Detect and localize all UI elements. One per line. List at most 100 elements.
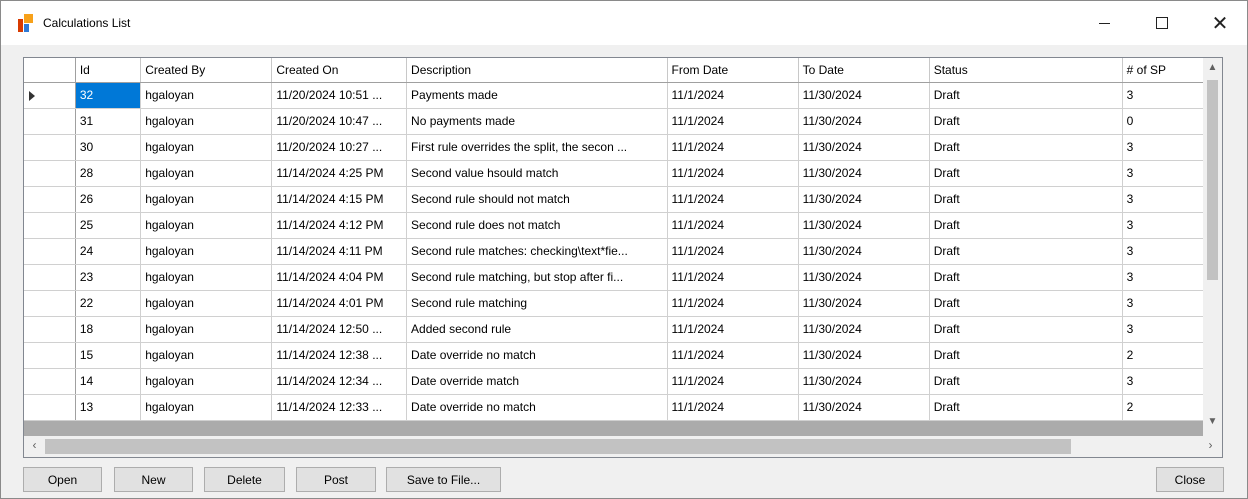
table-row[interactable]: 31 hgaloyan 11/20/2024 10:47 ... No payment… bbox=[24, 108, 1222, 135]
vertical-scrollbar[interactable]: ▲ ▼ bbox=[1203, 58, 1222, 436]
cell-created-on[interactable]: 11/20/2024 10:47 ... bbox=[271, 108, 408, 135]
post-button[interactable]: Post bbox=[296, 467, 376, 492]
scroll-left-icon[interactable]: ‹ bbox=[26, 438, 43, 455]
cell-to-date[interactable]: 11/30/2024 bbox=[798, 134, 930, 161]
column-header-created-by[interactable]: Created By bbox=[140, 58, 273, 83]
cell-created-on[interactable]: 11/14/2024 4:12 PM bbox=[271, 212, 408, 239]
table-row[interactable]: 28 hgaloyan 11/14/2024 4:25 PM Second value… bbox=[24, 160, 1222, 187]
cell-id[interactable]: 14 bbox=[75, 368, 142, 395]
scroll-up-icon[interactable]: ▲ bbox=[1203, 62, 1222, 79]
close-button[interactable]: Close bbox=[1156, 467, 1224, 492]
cell-created-on[interactable]: 11/14/2024 4:25 PM bbox=[271, 160, 408, 187]
row-header[interactable] bbox=[24, 108, 76, 135]
table-row[interactable]: 22 hgaloyan 11/14/2024 4:01 PM Second rule … bbox=[24, 290, 1222, 317]
cell-created-on[interactable]: 11/14/2024 4:11 PM bbox=[271, 238, 408, 265]
cell-from-date[interactable]: 11/1/2024 bbox=[667, 212, 799, 239]
cell-id[interactable]: 15 bbox=[75, 342, 142, 369]
delete-button[interactable]: Delete bbox=[204, 467, 285, 492]
cell-created-on[interactable]: 11/14/2024 12:33 ... bbox=[271, 394, 408, 421]
cell-from-date[interactable]: 11/1/2024 bbox=[667, 82, 799, 109]
cell-created-by[interactable]: hgaloyan bbox=[140, 394, 273, 421]
column-header-to-date[interactable]: To Date bbox=[798, 58, 930, 83]
cell-id[interactable]: 25 bbox=[75, 212, 142, 239]
cell-from-date[interactable]: 11/1/2024 bbox=[667, 342, 799, 369]
cell-from-date[interactable]: 11/1/2024 bbox=[667, 290, 799, 317]
calculations-grid[interactable]: Id Created By Created On Description Fro… bbox=[23, 57, 1223, 458]
cell-created-by[interactable]: hgaloyan bbox=[140, 264, 273, 291]
cell-id[interactable]: 13 bbox=[75, 394, 142, 421]
row-header[interactable] bbox=[24, 342, 76, 369]
cell-created-by[interactable]: hgaloyan bbox=[140, 316, 273, 343]
cell-id[interactable]: 26 bbox=[75, 186, 142, 213]
title-bar[interactable]: Calculations List ✕ bbox=[1, 1, 1247, 45]
cell-created-by[interactable]: hgaloyan bbox=[140, 82, 273, 109]
cell-id[interactable]: 22 bbox=[75, 290, 142, 317]
horizontal-scroll-thumb[interactable] bbox=[45, 439, 1071, 454]
minimize-button[interactable] bbox=[1081, 1, 1127, 45]
cell-created-by[interactable]: hgaloyan bbox=[140, 212, 273, 239]
column-header-created-on[interactable]: Created On bbox=[271, 58, 408, 83]
cell-created-by[interactable]: hgaloyan bbox=[140, 342, 273, 369]
save-to-file-button[interactable]: Save to File... bbox=[386, 467, 501, 492]
maximize-button[interactable] bbox=[1139, 1, 1185, 45]
cell-status[interactable]: Draft bbox=[929, 186, 1123, 213]
cell-description[interactable]: Second value hsould match bbox=[406, 160, 668, 187]
cell-from-date[interactable]: 11/1/2024 bbox=[667, 394, 799, 421]
corner-header[interactable] bbox=[24, 58, 76, 83]
scroll-down-icon[interactable]: ▼ bbox=[1203, 416, 1222, 433]
cell-to-date[interactable]: 11/30/2024 bbox=[798, 342, 930, 369]
table-row[interactable]: 14 hgaloyan 11/14/2024 12:34 ... Date overr… bbox=[24, 368, 1222, 395]
cell-status[interactable]: Draft bbox=[929, 134, 1123, 161]
column-header-description[interactable]: Description bbox=[406, 58, 668, 83]
cell-created-by[interactable]: hgaloyan bbox=[140, 134, 273, 161]
cell-from-date[interactable]: 11/1/2024 bbox=[667, 108, 799, 135]
cell-status[interactable]: Draft bbox=[929, 82, 1123, 109]
cell-to-date[interactable]: 11/30/2024 bbox=[798, 264, 930, 291]
vertical-scroll-thumb[interactable] bbox=[1207, 80, 1218, 280]
cell-created-on[interactable]: 11/14/2024 12:38 ... bbox=[271, 342, 408, 369]
cell-description[interactable]: Date override no match bbox=[406, 394, 668, 421]
cell-status[interactable]: Draft bbox=[929, 394, 1123, 421]
cell-id[interactable]: 30 bbox=[75, 134, 142, 161]
cell-created-on[interactable]: 11/14/2024 12:34 ... bbox=[271, 368, 408, 395]
table-row[interactable]: 18 hgaloyan 11/14/2024 12:50 ... Added seco… bbox=[24, 316, 1222, 343]
cell-to-date[interactable]: 11/30/2024 bbox=[798, 316, 930, 343]
cell-created-by[interactable]: hgaloyan bbox=[140, 186, 273, 213]
cell-id[interactable]: 23 bbox=[75, 264, 142, 291]
cell-description[interactable]: Date override match bbox=[406, 368, 668, 395]
open-button[interactable]: Open bbox=[23, 467, 102, 492]
table-row[interactable]: 25 hgaloyan 11/14/2024 4:12 PM Second rule … bbox=[24, 212, 1222, 239]
cell-created-on[interactable]: 11/14/2024 4:04 PM bbox=[271, 264, 408, 291]
cell-status[interactable]: Draft bbox=[929, 108, 1123, 135]
cell-from-date[interactable]: 11/1/2024 bbox=[667, 134, 799, 161]
cell-from-date[interactable]: 11/1/2024 bbox=[667, 238, 799, 265]
cell-to-date[interactable]: 11/30/2024 bbox=[798, 160, 930, 187]
cell-id[interactable]: 28 bbox=[75, 160, 142, 187]
cell-from-date[interactable]: 11/1/2024 bbox=[667, 264, 799, 291]
table-row[interactable]: 26 hgaloyan 11/14/2024 4:15 PM Second rule … bbox=[24, 186, 1222, 213]
horizontal-scrollbar[interactable]: ‹ › bbox=[24, 436, 1222, 457]
cell-id[interactable]: 32 bbox=[75, 82, 142, 109]
cell-from-date[interactable]: 11/1/2024 bbox=[667, 186, 799, 213]
row-header[interactable] bbox=[24, 160, 76, 187]
row-header[interactable] bbox=[24, 264, 76, 291]
table-row[interactable]: 15 hgaloyan 11/14/2024 12:38 ... Date overr… bbox=[24, 342, 1222, 369]
cell-from-date[interactable]: 11/1/2024 bbox=[667, 316, 799, 343]
cell-created-on[interactable]: 11/20/2024 10:51 ... bbox=[271, 82, 408, 109]
table-row[interactable]: 32 hgaloyan 11/20/2024 10:51 ... Payments m… bbox=[24, 82, 1222, 109]
cell-created-by[interactable]: hgaloyan bbox=[140, 368, 273, 395]
row-header[interactable] bbox=[24, 316, 76, 343]
table-row[interactable]: 13 hgaloyan 11/14/2024 12:33 ... Date overr… bbox=[24, 394, 1222, 421]
cell-description[interactable]: No payments made bbox=[406, 108, 668, 135]
cell-to-date[interactable]: 11/30/2024 bbox=[798, 108, 930, 135]
cell-status[interactable]: Draft bbox=[929, 212, 1123, 239]
cell-description[interactable]: Second rule matching, but stop after fi.… bbox=[406, 264, 668, 291]
cell-status[interactable]: Draft bbox=[929, 238, 1123, 265]
column-header-from-date[interactable]: From Date bbox=[667, 58, 799, 83]
cell-description[interactable]: Second rule matching bbox=[406, 290, 668, 317]
cell-description[interactable]: First rule overrides the split, the seco… bbox=[406, 134, 668, 161]
cell-created-by[interactable]: hgaloyan bbox=[140, 160, 273, 187]
cell-status[interactable]: Draft bbox=[929, 342, 1123, 369]
row-header[interactable] bbox=[24, 290, 76, 317]
row-header[interactable] bbox=[24, 212, 76, 239]
